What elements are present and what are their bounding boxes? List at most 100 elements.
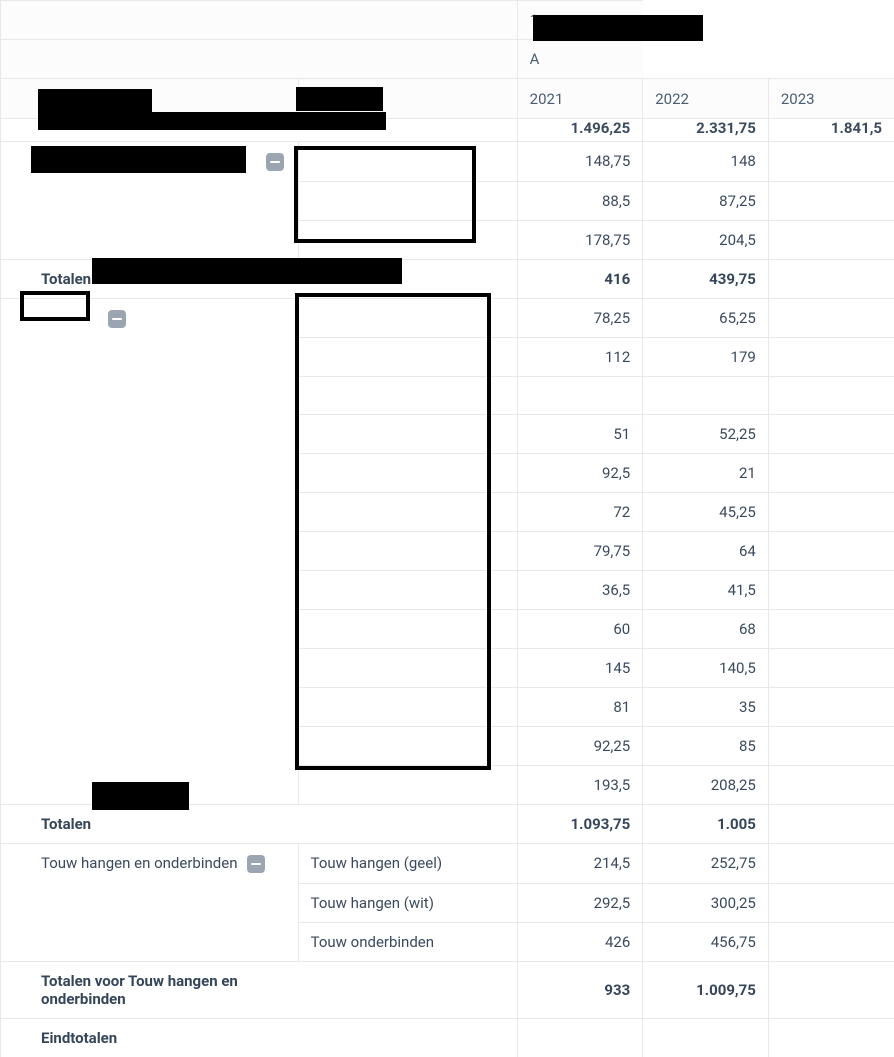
g1-total-prefix: Totalen — [41, 270, 91, 288]
header-blank-3 — [1, 40, 299, 79]
header-year-2022[interactable]: 2022 — [643, 79, 769, 119]
g2-sp — [1, 610, 299, 649]
cut-row-2022: 2.331,75 — [643, 119, 769, 142]
g2-total-2021: 1.093,75 — [517, 805, 643, 844]
g3-r2-2023 — [768, 883, 894, 922]
g3-total-2022: 1.009,75 — [643, 961, 769, 1018]
g2-r1-2021: 78,25 — [517, 298, 643, 338]
collapse-icon[interactable] — [108, 310, 126, 328]
g3-r2-2022: 300,25 — [643, 883, 769, 922]
g2-r2-2022: 179 — [643, 338, 769, 377]
g2-r4-2022: 52,25 — [643, 415, 769, 454]
header-level2-value: A — [530, 50, 540, 68]
g2-r12-2022: 85 — [643, 727, 769, 766]
g1-r3-2022: 204,5 — [643, 220, 769, 259]
g2-r6-2022: 45,25 — [643, 493, 769, 532]
g2-r13-2023 — [768, 766, 894, 805]
g2-r9-2023 — [768, 610, 894, 649]
g2-r7-2023 — [768, 532, 894, 571]
g2-r13-2022: 208,25 — [643, 766, 769, 805]
g1-spacer2 — [1, 220, 299, 259]
header-year-2023[interactable]: 2023 — [768, 79, 894, 119]
g2-r7-2021: 79,75 — [517, 532, 643, 571]
g2-r3-2022 — [643, 377, 769, 415]
header-year-2021[interactable]: 2021 — [517, 79, 643, 119]
g2-r3-2021 — [517, 377, 643, 415]
g3-label-text: Touw hangen en onderbinden — [41, 854, 237, 872]
g2-sp — [1, 454, 299, 493]
g2-sp — [1, 727, 299, 766]
g2-r5-2021: 92,5 — [517, 454, 643, 493]
g2-r2-2021: 112 — [517, 338, 643, 377]
g3-sp — [1, 883, 299, 922]
g2-total-prefix: Totalen — [41, 815, 91, 833]
g3-total-label: Totalen voor Touw hangen en onderbinden — [1, 961, 299, 1018]
g1-r2-2023 — [768, 181, 894, 220]
g3-r1-label: Touw hangen (geel) — [298, 844, 517, 884]
g3-r3-label: Touw onderbinden — [298, 922, 517, 961]
g2-r9-2021: 60 — [517, 610, 643, 649]
g2-total-2022: 1.005 — [643, 805, 769, 844]
grand-total-label2 — [298, 1018, 517, 1057]
g2-r8-2023 — [768, 571, 894, 610]
cut-row-2021: 1.496,25 — [517, 119, 643, 142]
g2-r9-2022: 68 — [643, 610, 769, 649]
g2-r2-2023 — [768, 338, 894, 377]
grand-total-2022 — [643, 1018, 769, 1057]
g2-sp — [1, 338, 299, 377]
g2-r11-2023 — [768, 688, 894, 727]
g1-r2-2021: 88,5 — [517, 181, 643, 220]
g2-sp — [1, 377, 299, 415]
g1-total-2023 — [768, 259, 894, 298]
collapse-icon[interactable] — [266, 153, 284, 171]
g2-sp — [1, 688, 299, 727]
g2-r11-2022: 35 — [643, 688, 769, 727]
g3-total-2021: 933 — [517, 961, 643, 1018]
g2-total-label: Totalen — [1, 805, 299, 844]
g2-r13-label — [298, 766, 517, 805]
g2-r1-2022: 65,25 — [643, 298, 769, 338]
g1-r1-2021: 148,75 — [517, 142, 643, 182]
g2-r10-2021: 145 — [517, 649, 643, 688]
g2-r10-2023 — [768, 649, 894, 688]
g2-total-2023 — [768, 805, 894, 844]
grand-total-2023 — [768, 1018, 894, 1057]
g1-r2-2022: 87,25 — [643, 181, 769, 220]
g1-r1-2022: 148 — [643, 142, 769, 182]
header-blank-4 — [298, 40, 517, 79]
g3-total-2023 — [768, 961, 894, 1018]
g2-r4-2023 — [768, 415, 894, 454]
g3-r3-2021: 426 — [517, 922, 643, 961]
g3-r3-2023 — [768, 922, 894, 961]
collapse-icon[interactable] — [247, 855, 265, 873]
g1-r3-2021: 178,75 — [517, 220, 643, 259]
g3-sp2 — [1, 922, 299, 961]
g2-r12-2021: 92,25 — [517, 727, 643, 766]
g2-r6-2023 — [768, 493, 894, 532]
g3-r1-2022: 252,75 — [643, 844, 769, 884]
g2-sp — [1, 493, 299, 532]
g2-r3-2023 — [768, 377, 894, 415]
g2-total-label2 — [298, 805, 517, 844]
g3-r1-2023 — [768, 844, 894, 884]
g1-r3-2023 — [768, 220, 894, 259]
g2-sp — [1, 649, 299, 688]
g2-r13-2021: 193,5 — [517, 766, 643, 805]
g2-r12-2023 — [768, 727, 894, 766]
header-blank-1 — [1, 1, 299, 40]
g1-total-2021: 416 — [517, 259, 643, 298]
g2-r8-2022: 41,5 — [643, 571, 769, 610]
g1-spacer — [1, 181, 299, 220]
grand-total-label: Eindtotalen — [1, 1018, 299, 1057]
g1-r1-2023 — [768, 142, 894, 182]
g2-r5-2022: 21 — [643, 454, 769, 493]
g2-r5-2023 — [768, 454, 894, 493]
g2-sp — [1, 532, 299, 571]
g3-r1-2021: 214,5 — [517, 844, 643, 884]
g2-sp — [1, 415, 299, 454]
g2-r11-2021: 81 — [517, 688, 643, 727]
header-level2: A — [517, 40, 643, 79]
g2-r10-2022: 140,5 — [643, 649, 769, 688]
g2-sp — [1, 571, 299, 610]
g3-group-label: Touw hangen en onderbinden — [1, 844, 299, 884]
